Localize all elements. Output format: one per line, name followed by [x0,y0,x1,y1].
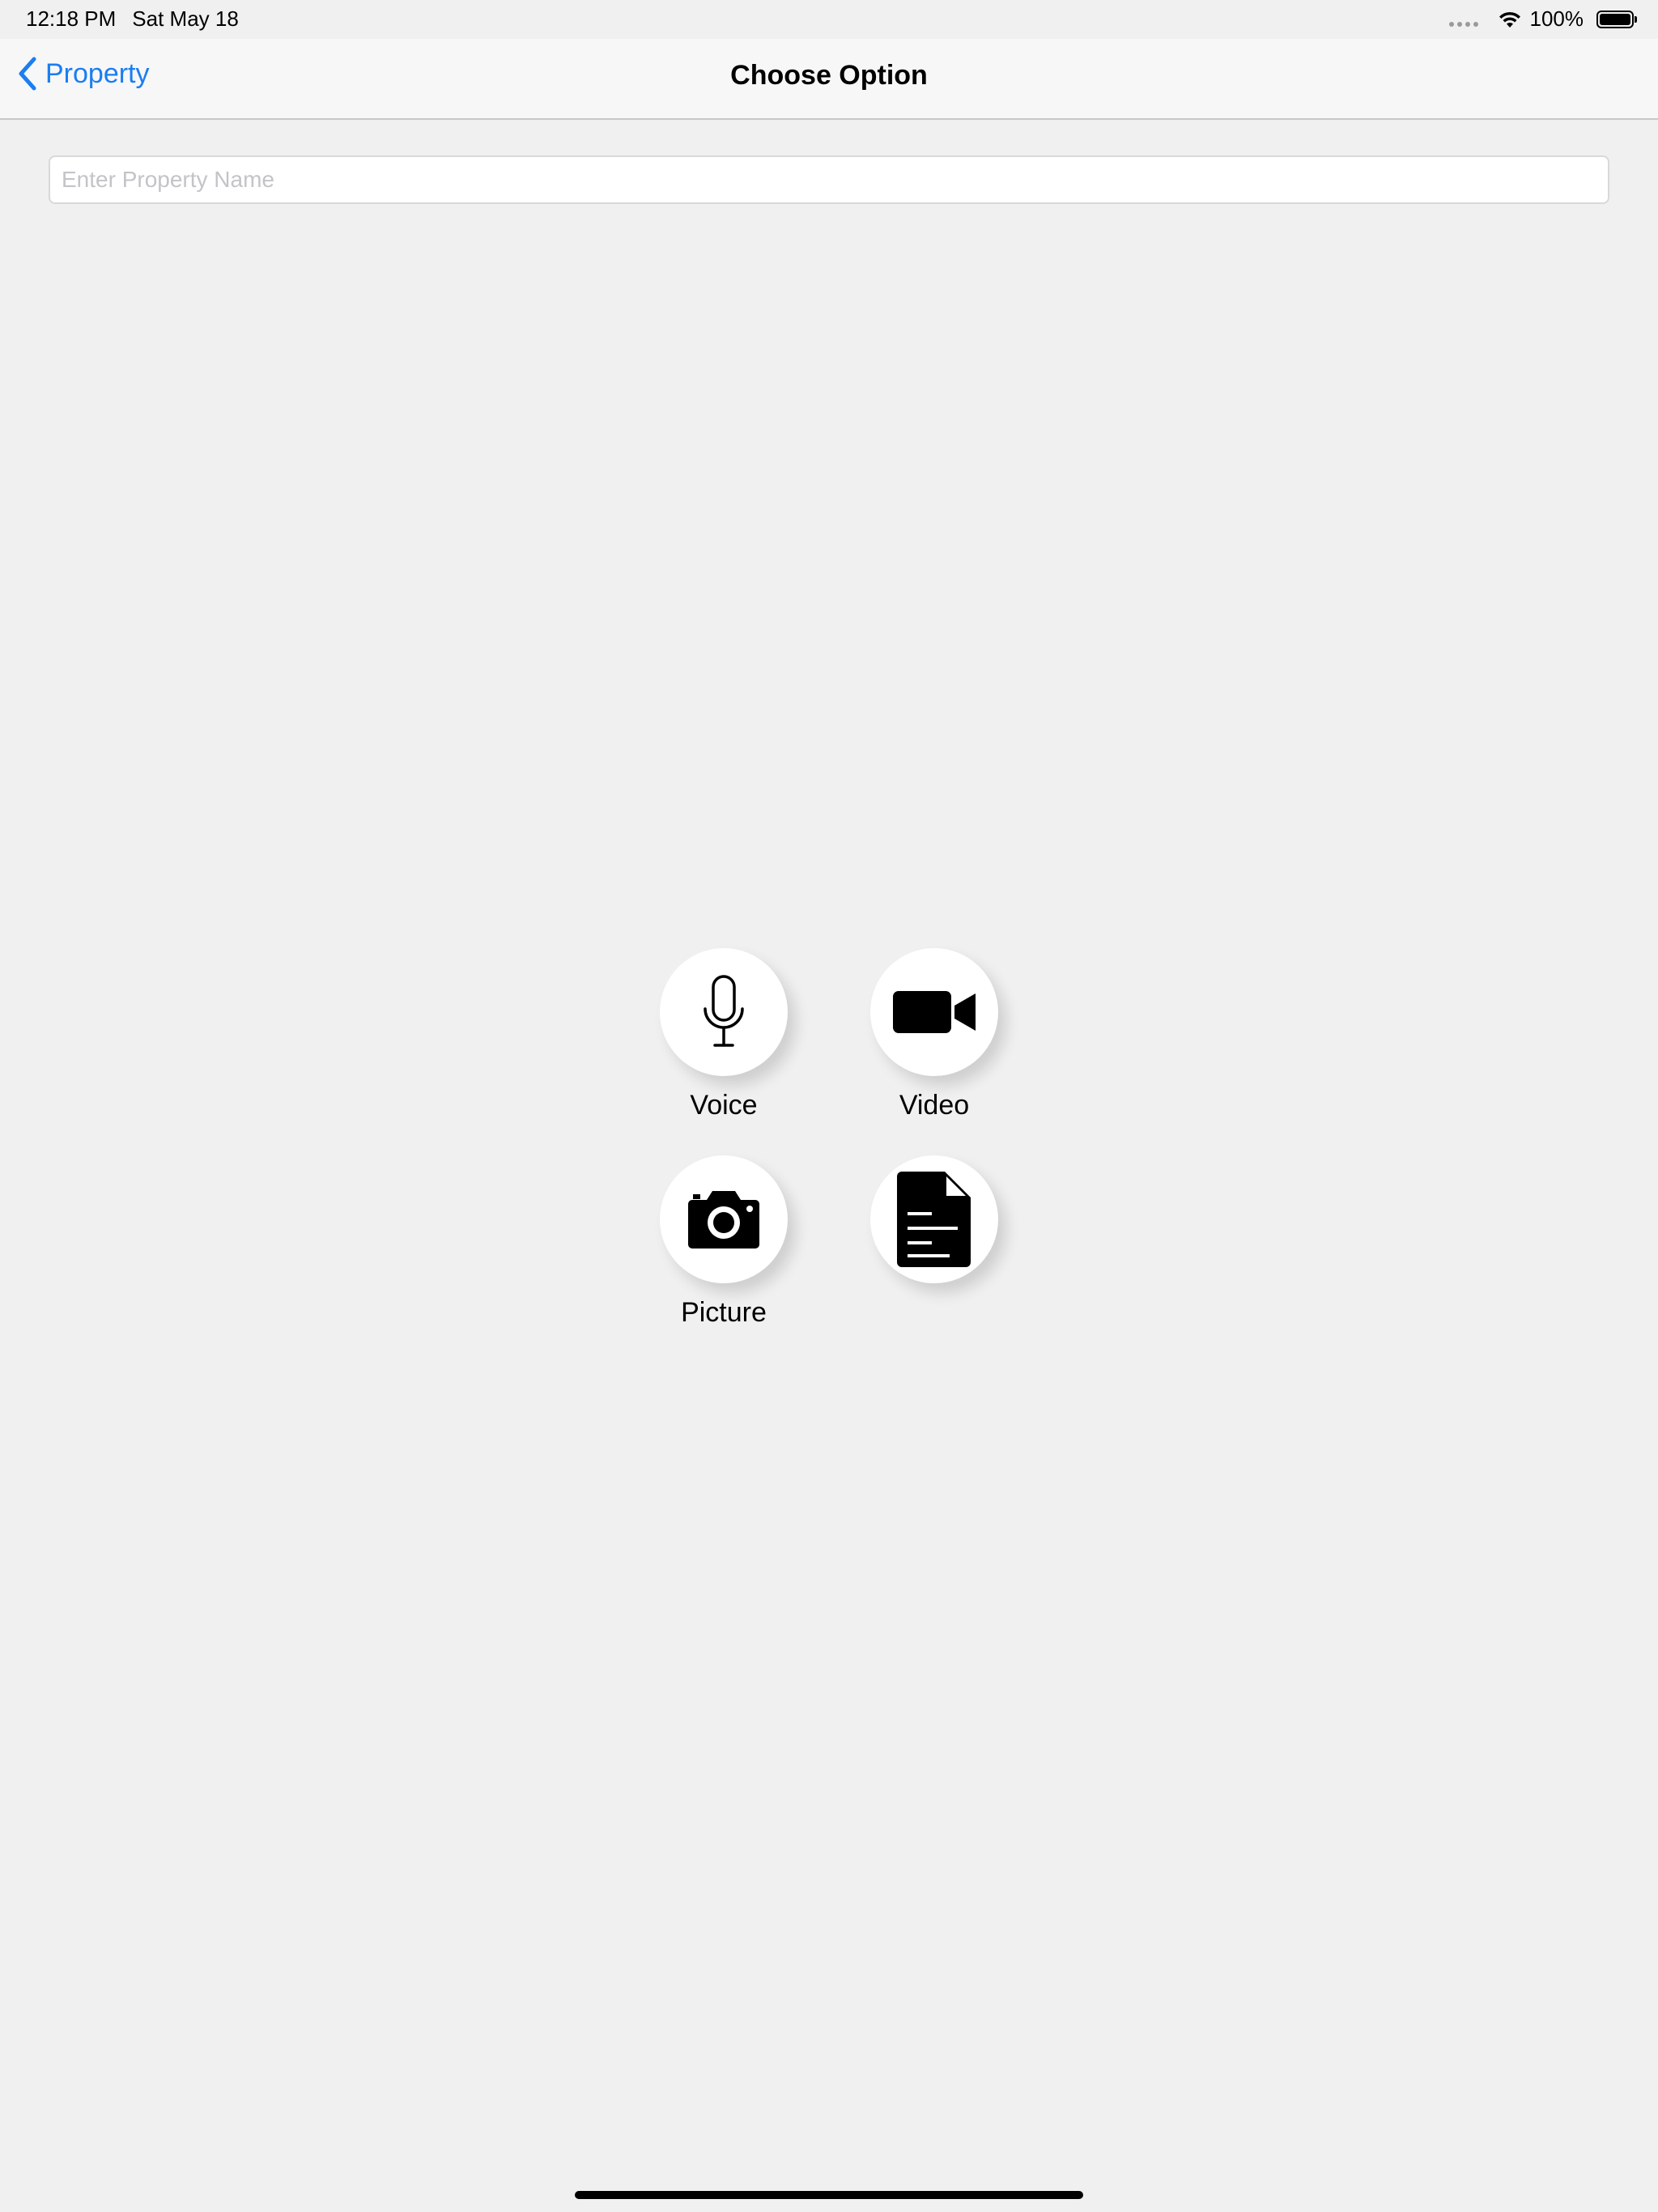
cellular-signal-icon [1448,21,1478,27]
document-option[interactable] [837,1155,1031,1296]
navigation-bar: Property Choose Option [0,39,1658,120]
voice-label: Voice [690,1090,758,1121]
status-date: Sat May 18 [132,6,239,31]
status-time: 12:18 PM [26,6,117,31]
document-button[interactable] [870,1155,998,1283]
microphone-icon [704,975,744,1047]
battery-icon [1596,10,1637,28]
video-label: Video [899,1090,970,1121]
home-indicator[interactable] [575,2191,1083,2199]
voice-option[interactable]: Voice [627,948,821,1121]
document-icon [897,1172,971,1267]
status-right: 100% [1448,6,1637,32]
picture-label: Picture [681,1297,767,1328]
camera-icon [688,1191,759,1249]
video-button[interactable] [870,948,998,1076]
voice-button[interactable] [660,948,788,1076]
picture-option[interactable]: Picture [627,1155,821,1329]
property-name-input[interactable] [49,155,1609,204]
page-title: Choose Option [730,60,928,91]
video-option[interactable]: Video [837,948,1031,1121]
video-camera-icon [893,991,976,1033]
status-left: 12:18 PM Sat May 18 [26,6,239,32]
picture-button[interactable] [660,1155,788,1283]
status-bar: 12:18 PM Sat May 18 100% [0,0,1658,39]
battery-percent: 100% [1529,6,1584,31]
wifi-icon [1499,11,1520,28]
